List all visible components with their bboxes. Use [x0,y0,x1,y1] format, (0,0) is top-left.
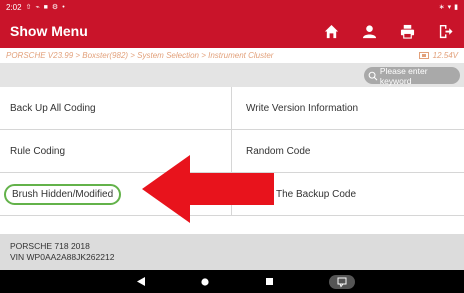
print-button[interactable] [388,14,426,48]
menu-item-label: Write Version Information [246,103,359,114]
highlighted-menu-label: Brush Hidden/Modified [4,184,122,205]
vehicle-vin: VIN WP0AA2A88JK262212 [10,252,115,262]
menu-item-write-version-information[interactable]: Write Version Information [232,87,464,130]
dot-icon: • [62,3,65,11]
voltage-value: 12.54V [432,51,458,60]
notification-icon: ⇧ [25,3,32,11]
menu-item-label: Back Up All Coding [10,103,96,114]
settings-icon: ⚙ [51,3,59,11]
print-icon [400,24,414,39]
search-placeholder: Please enter keyword [379,65,428,86]
recents-button[interactable] [254,270,284,293]
status-bar: 2:02 ⇧ ⌁ ■ ⚙ • ∗ ▾ ▮ [0,0,464,14]
app-header: Show Menu [0,14,464,48]
chat-icon [329,274,355,289]
menu-item-label: The Backup Code [276,189,357,200]
menu-item-back-up-all-coding[interactable]: Back Up All Coding [0,87,232,130]
search-icon [368,71,378,80]
breadcrumb: PORSCHE V23.99 > Boxster(982) > System S… [0,48,464,63]
wifi-icon: ▾ [447,3,452,11]
menu-row: Back Up All Coding Write Version Informa… [0,87,464,130]
page-title: Show Menu [10,23,88,39]
image-icon: ■ [43,3,48,11]
home-icon [324,24,338,38]
vehicle-info: PORSCHE 718 2018 VIN WP0AA2A88JK262212 [0,234,464,270]
diagnostic-nav-button[interactable] [322,270,362,293]
user-icon [362,24,376,38]
home-nav-button[interactable] [190,270,220,293]
voltage-indicator: 12.54V [418,51,458,60]
car-battery-icon [418,52,429,59]
vehicle-model: PORSCHE 718 2018 [10,241,90,251]
clock: 2:02 [6,2,22,12]
user-button[interactable] [350,14,388,48]
square-icon [265,278,273,285]
exit-icon [439,24,453,38]
circle-icon [201,277,209,286]
exit-button[interactable] [426,14,464,48]
red-arrow-annotation [142,155,274,223]
back-icon [137,277,145,286]
battery-icon: ▮ [454,3,458,11]
menu-item-label: Rule Coding [10,146,66,157]
home-button[interactable] [312,14,350,48]
back-button[interactable] [126,270,156,293]
search-strip: Please enter keyword [0,63,464,87]
usb-icon: ⌁ [35,3,40,11]
bluetooth-icon: ∗ [438,3,445,11]
search-input[interactable]: Please enter keyword [364,65,460,86]
breadcrumb-path: PORSCHE V23.99 > Boxster(982) > System S… [6,51,274,60]
android-nav-bar [0,270,464,293]
